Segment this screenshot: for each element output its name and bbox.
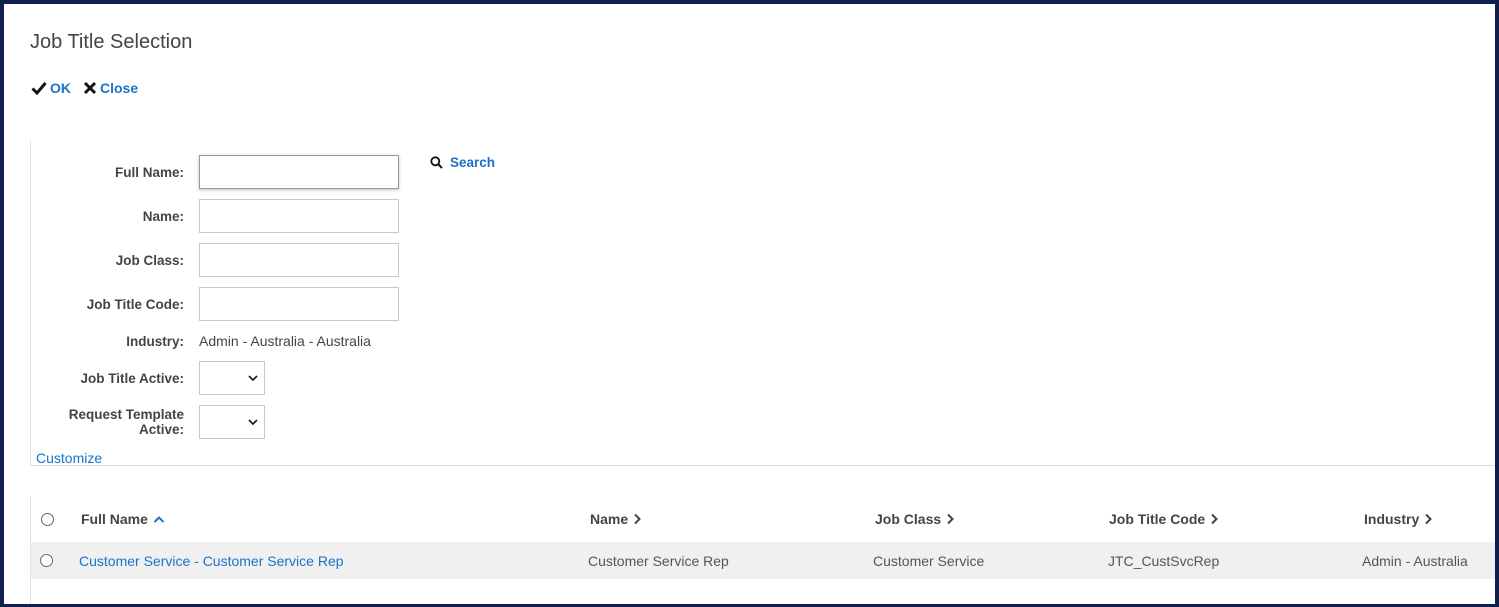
row-select-cell	[40, 542, 53, 579]
chevron-right-icon	[1211, 513, 1219, 525]
column-header-name-label: Name	[590, 511, 629, 527]
ok-label: OK	[50, 80, 71, 96]
row-full-name-link[interactable]: Customer Service - Customer Service Rep	[79, 542, 344, 579]
sort-ascending-icon	[153, 515, 165, 523]
customize-link[interactable]: Customize	[36, 450, 102, 466]
job-title-active-label: Job Title Active:	[80, 370, 184, 386]
request-template-active-label: Request Template Active:	[68, 407, 184, 437]
ok-button[interactable]: OK	[31, 80, 71, 96]
table-row[interactable]: Customer Service - Customer Service Rep …	[31, 542, 1495, 579]
search-label: Search	[450, 155, 496, 170]
results-grid: Full Name Name Job Class Job Title Code	[30, 496, 1495, 604]
select-all-radio[interactable]	[41, 512, 54, 526]
select-all-cell	[41, 496, 54, 542]
grid-header-row: Full Name Name Job Class Job Title Code	[31, 496, 1495, 542]
column-header-job-title-code-label: Job Title Code	[1109, 511, 1206, 527]
close-icon	[83, 81, 97, 95]
row-job-title-code-cell: JTC_CustSvcRep	[1108, 552, 1220, 569]
column-header-job-class[interactable]: Job Class	[875, 496, 955, 542]
search-icon	[430, 156, 443, 169]
job-class-input[interactable]	[199, 243, 399, 277]
column-header-industry[interactable]: Industry	[1364, 496, 1433, 542]
chevron-right-icon	[1425, 513, 1433, 525]
filter-job-title-active-row: Job Title Active:	[31, 361, 265, 395]
job-title-selection-dialog: Job Title Selection OK Close Full Name: …	[4, 4, 1495, 604]
industry-label: Industry:	[126, 333, 184, 349]
dialog-actions: OK Close	[31, 80, 150, 96]
search-button[interactable]: Search	[430, 155, 495, 170]
job-title-code-input[interactable]	[199, 287, 399, 321]
column-header-name[interactable]: Name	[590, 496, 642, 542]
filter-name-row: Name:	[31, 199, 399, 233]
full-name-input[interactable]	[199, 155, 399, 189]
filter-request-template-active-row: Request Template Active:	[31, 405, 265, 439]
close-button[interactable]: Close	[83, 80, 138, 96]
full-name-label: Full Name:	[114, 164, 184, 180]
checkmark-icon	[31, 82, 47, 95]
chevron-down-icon	[248, 419, 258, 426]
filter-full-name-row: Full Name:	[31, 155, 399, 189]
job-title-code-label: Job Title Code:	[86, 296, 184, 312]
dialog-title: Job Title Selection	[30, 31, 193, 53]
row-select-radio[interactable]	[40, 554, 53, 567]
request-template-active-select[interactable]	[199, 405, 265, 439]
row-industry-cell: Admin - Australia	[1362, 552, 1468, 569]
chevron-right-icon	[947, 513, 955, 525]
job-title-active-select[interactable]	[199, 361, 265, 395]
filter-job-title-code-row: Job Title Code:	[31, 287, 399, 321]
name-label: Name:	[142, 208, 184, 224]
name-input[interactable]	[199, 199, 399, 233]
column-header-job-title-code[interactable]: Job Title Code	[1109, 496, 1219, 542]
filter-job-class-row: Job Class:	[31, 243, 399, 277]
column-header-industry-label: Industry	[1364, 511, 1420, 527]
close-label: Close	[100, 80, 139, 96]
chevron-right-icon	[634, 513, 642, 525]
filter-industry-row: Industry: Admin - Australia - Australia	[31, 330, 371, 352]
column-header-full-name-label: Full Name	[81, 511, 148, 527]
column-header-full-name[interactable]: Full Name	[81, 496, 165, 542]
chevron-down-icon	[248, 375, 258, 382]
row-name-cell: Customer Service Rep	[588, 552, 729, 569]
job-class-label: Job Class:	[115, 252, 184, 268]
industry-value: Admin - Australia - Australia	[199, 333, 371, 349]
row-job-class-cell: Customer Service	[873, 552, 985, 569]
filter-panel: Full Name: Search Name: Job Class: Job T…	[30, 140, 1495, 466]
column-header-job-class-label: Job Class	[875, 511, 942, 527]
